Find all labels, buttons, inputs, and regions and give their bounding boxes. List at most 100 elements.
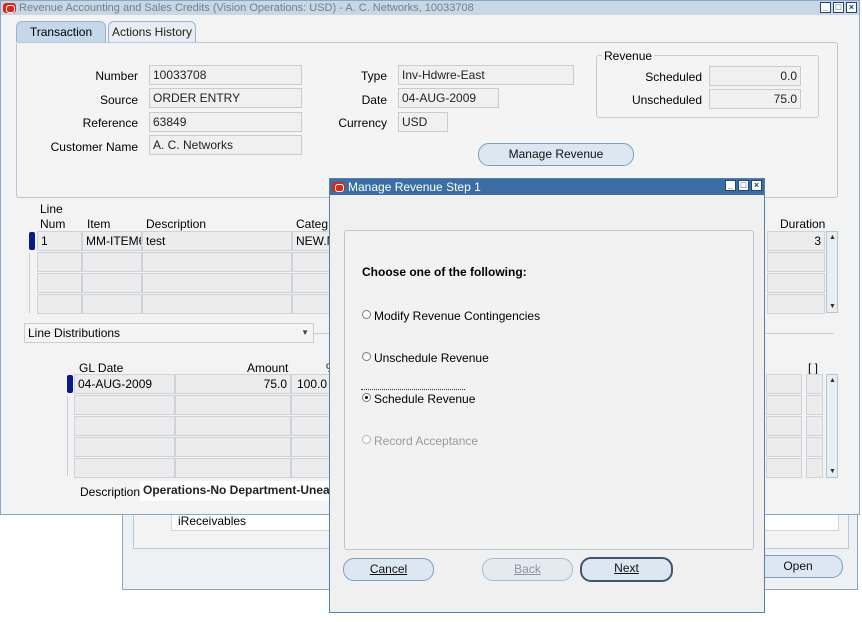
table-row[interactable]: [291, 395, 331, 415]
distribution-record-indicator: [67, 375, 73, 393]
cancel-button[interactable]: Cancel: [343, 558, 434, 581]
table-row[interactable]: [766, 437, 802, 457]
schedule-revenue-label[interactable]: Schedule Revenue: [374, 392, 475, 406]
distribution-check-cell[interactable]: [806, 374, 823, 394]
table-row[interactable]: [175, 437, 291, 457]
table-row[interactable]: [37, 273, 82, 293]
item-cell[interactable]: MM-ITEM6: [82, 231, 142, 251]
item-header: Item: [87, 217, 111, 231]
distributions-scrollbar[interactable]: ▲ ▼: [826, 374, 838, 478]
table-row[interactable]: [37, 294, 82, 314]
tab-transaction[interactable]: Transaction: [16, 21, 106, 42]
table-row[interactable]: [806, 437, 823, 457]
scroll-up-icon[interactable]: ▲: [828, 233, 837, 242]
table-row[interactable]: [74, 395, 175, 415]
line-distributions-label: Line Distributions: [28, 326, 121, 340]
duration-cell[interactable]: 3: [767, 231, 825, 251]
line-num-cell[interactable]: 1: [37, 231, 82, 251]
dialog-prompt: Choose one of the following:: [362, 265, 527, 279]
maximize-icon[interactable]: □: [833, 2, 844, 13]
date-field[interactable]: 04-AUG-2009: [398, 88, 499, 108]
scroll-down-icon[interactable]: ▼: [828, 302, 837, 311]
table-row[interactable]: [766, 416, 802, 436]
table-row[interactable]: [142, 252, 292, 272]
type-field[interactable]: Inv-Hdwre-East: [398, 65, 574, 85]
maximize-icon[interactable]: □: [738, 180, 749, 191]
amount-header: Amount: [247, 361, 289, 375]
next-button[interactable]: Next: [580, 557, 673, 582]
category-cell[interactable]: NEW.M: [292, 231, 332, 251]
table-row[interactable]: [175, 416, 291, 436]
dialog-titlebar[interactable]: Manage Revenue Step 1 _ □ ×: [330, 179, 764, 195]
table-row[interactable]: [292, 273, 332, 293]
dialog-title: Manage Revenue Step 1: [348, 180, 481, 194]
table-row[interactable]: [292, 294, 332, 314]
table-row[interactable]: [292, 252, 332, 272]
gl-date-cell[interactable]: 04-AUG-2009: [74, 374, 175, 394]
table-row[interactable]: [806, 395, 823, 415]
table-row[interactable]: [291, 458, 331, 478]
ireceivables-label: iReceivables: [178, 514, 247, 528]
distribution-row-indicator: [67, 396, 73, 476]
main-titlebar[interactable]: Revenue Accounting and Sales Credits (Vi…: [1, 1, 859, 15]
modify-contingencies-radio[interactable]: [362, 310, 371, 319]
lines-scrollbar[interactable]: ▲ ▼: [826, 231, 838, 313]
distribution-description-field[interactable]: Operations-No Department-Unearn: [140, 481, 335, 501]
distribution-description-label: Description: [80, 485, 141, 499]
unscheduled-field[interactable]: 75.0: [709, 89, 801, 109]
table-row[interactable]: [74, 416, 175, 436]
table-row[interactable]: [766, 395, 802, 415]
modify-contingencies-label[interactable]: Modify Revenue Contingencies: [374, 309, 540, 323]
record-acceptance-label: Record Acceptance: [374, 434, 479, 448]
table-row[interactable]: [82, 273, 142, 293]
scheduled-field[interactable]: 0.0: [709, 66, 801, 86]
manage-revenue-button[interactable]: Manage Revenue: [478, 143, 634, 166]
number-label: Number: [95, 69, 138, 83]
table-row[interactable]: [142, 273, 292, 293]
close-icon[interactable]: ×: [846, 2, 857, 13]
chevron-down-icon[interactable]: ▼: [301, 324, 309, 342]
unschedule-revenue-label[interactable]: Unschedule Revenue: [374, 351, 489, 365]
main-window-title: Revenue Accounting and Sales Credits (Vi…: [19, 2, 474, 14]
table-row[interactable]: [291, 416, 331, 436]
table-row[interactable]: [767, 294, 825, 314]
number-field[interactable]: 10033708: [149, 65, 302, 85]
schedule-revenue-radio[interactable]: [362, 393, 371, 402]
table-row[interactable]: [142, 294, 292, 314]
dialog-window-controls: _ □ ×: [725, 180, 762, 191]
description-cell[interactable]: test: [142, 231, 292, 251]
source-label: Source: [99, 93, 138, 107]
table-row[interactable]: [291, 437, 331, 457]
minimize-icon[interactable]: _: [820, 2, 831, 13]
table-row[interactable]: [175, 395, 291, 415]
tab-transaction-label: Transaction: [29, 25, 93, 39]
open-button[interactable]: Open: [753, 555, 843, 578]
table-row[interactable]: [767, 252, 825, 272]
line-distributions-select[interactable]: Line Distributions ▼: [24, 323, 314, 343]
table-row[interactable]: [806, 458, 823, 478]
distribution-right-cell[interactable]: [766, 374, 802, 394]
currency-field[interactable]: USD: [398, 112, 448, 132]
minimize-icon[interactable]: _: [725, 180, 736, 191]
table-row[interactable]: [766, 458, 802, 478]
percent-cell[interactable]: 100.0: [291, 374, 331, 394]
table-row[interactable]: [767, 273, 825, 293]
scroll-down-icon[interactable]: ▼: [828, 467, 837, 476]
table-row[interactable]: [37, 252, 82, 272]
scroll-up-icon[interactable]: ▲: [828, 376, 837, 385]
customer-name-field[interactable]: A. C. Networks: [149, 135, 302, 155]
back-button: Back: [482, 558, 573, 581]
tab-actions-history[interactable]: Actions History: [108, 21, 196, 42]
table-row[interactable]: [175, 458, 291, 478]
close-icon[interactable]: ×: [751, 180, 762, 191]
table-row[interactable]: [82, 252, 142, 272]
unschedule-revenue-radio[interactable]: [362, 352, 371, 361]
table-row[interactable]: [74, 458, 175, 478]
table-row[interactable]: [74, 437, 175, 457]
table-row[interactable]: [806, 416, 823, 436]
source-field[interactable]: ORDER ENTRY: [149, 88, 302, 108]
table-row[interactable]: [82, 294, 142, 314]
customer-name-label: Customer Name: [50, 140, 138, 154]
amount-cell[interactable]: 75.0: [175, 374, 291, 394]
reference-field[interactable]: 63849: [149, 112, 302, 132]
